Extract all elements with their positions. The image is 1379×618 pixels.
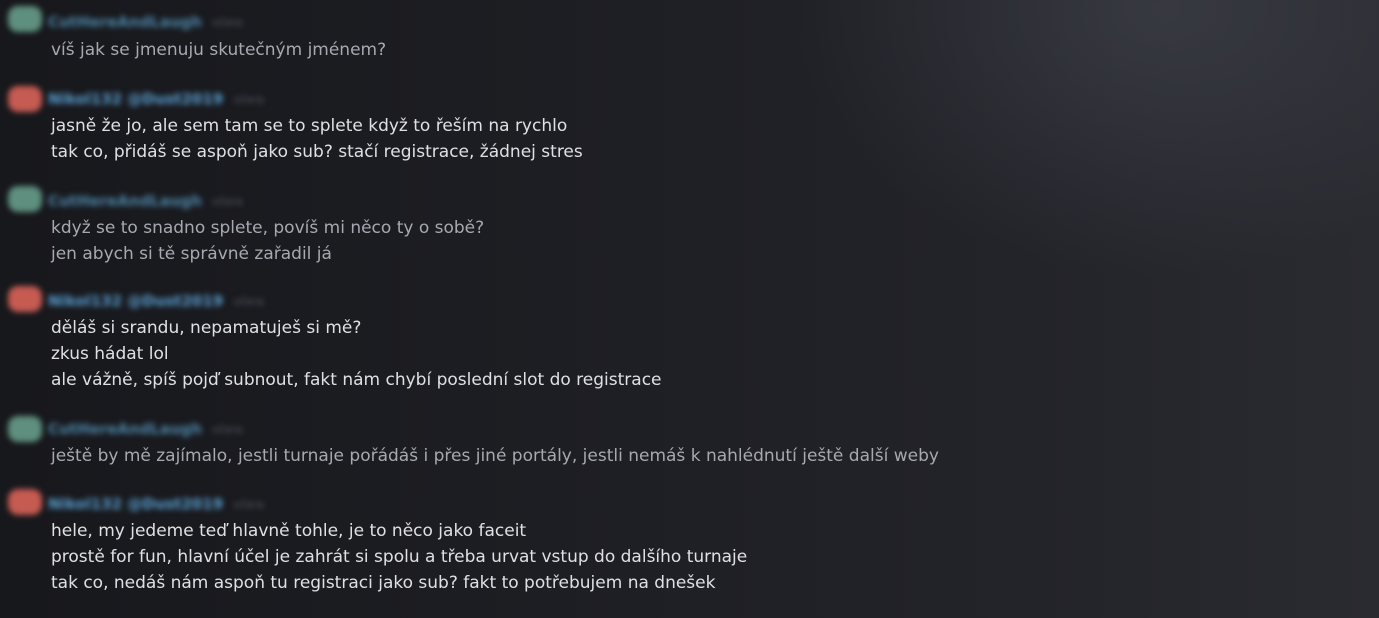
- message-header: Nikol132 @Dust2019 včera: [48, 492, 264, 516]
- user-avatar[interactable]: [8, 489, 42, 515]
- message-5: CutHereAndLaugh včera ještě by mě zajíma…: [0, 408, 1379, 484]
- message-header: CutHereAndLaugh včera: [48, 10, 243, 34]
- message-line: víš jak se jmenuju skutečným jménem?: [51, 40, 387, 60]
- author-name[interactable]: CutHereAndLaugh: [48, 420, 202, 438]
- message-body: víš jak se jmenuju skutečným jménem?: [51, 37, 386, 63]
- timestamp: včera: [211, 422, 243, 436]
- message-line: zkus hádat lol: [51, 344, 169, 364]
- message-line: prostě for fun, hlavní účel je zahrát si…: [51, 547, 748, 567]
- author-name[interactable]: Nikol132 @Dust2019: [48, 90, 223, 108]
- message-body: ještě by mě zajímalo, jestli turnaje poř…: [51, 443, 939, 469]
- message-6: Nikol132 @Dust2019 včera hele, my jedeme…: [0, 484, 1379, 618]
- timestamp: včera: [233, 294, 264, 308]
- message-line: jen abych si tě správně zařadil já: [51, 244, 332, 264]
- author-name[interactable]: Nikol132 @Dust2019: [48, 495, 223, 513]
- message-line: ale vážně, spíš pojď subnout, fakt nám c…: [51, 370, 662, 390]
- message-4: Nikol132 @Dust2019 včera děláš si srandu…: [0, 282, 1379, 407]
- message-line: tak co, přidáš se aspoň jako sub? stačí …: [51, 142, 583, 162]
- message-line: tak co, nedáš nám aspoň tu registraci ja…: [51, 573, 716, 593]
- user-avatar[interactable]: [8, 286, 42, 312]
- message-3: CutHereAndLaugh včera když se to snadno …: [0, 180, 1379, 280]
- chat-log: CutHereAndLaugh včera víš jak se jmenuju…: [0, 0, 1379, 618]
- message-line: jasně že jo, ale sem tam se to splete kd…: [51, 116, 568, 136]
- author-name[interactable]: CutHereAndLaugh: [48, 13, 202, 31]
- message-header: Nikol132 @Dust2019 včera: [48, 289, 264, 313]
- message-body: když se to snadno splete, povíš mi něco …: [51, 215, 484, 267]
- message-line: děláš si srandu, nepamatuješ si mě?: [51, 318, 362, 338]
- user-avatar[interactable]: [8, 186, 42, 212]
- timestamp: včera: [211, 15, 243, 29]
- user-avatar[interactable]: [8, 86, 42, 112]
- message-line: když se to snadno splete, povíš mi něco …: [51, 218, 485, 238]
- user-avatar[interactable]: [8, 416, 42, 442]
- message-1: CutHereAndLaugh včera víš jak se jmenuju…: [0, 0, 1379, 80]
- message-header: CutHereAndLaugh včera: [48, 189, 243, 213]
- message-body: děláš si srandu, nepamatuješ si mě? zkus…: [51, 315, 662, 393]
- message-body: jasně že jo, ale sem tam se to splete kd…: [51, 113, 583, 165]
- timestamp: včera: [211, 194, 243, 208]
- message-2: Nikol132 @Dust2019 včera jasně že jo, al…: [0, 80, 1379, 180]
- message-body: hele, my jedeme teď hlavně tohle, je to …: [51, 518, 747, 596]
- timestamp: včera: [233, 92, 264, 106]
- message-header: CutHereAndLaugh včera: [48, 417, 243, 441]
- user-avatar[interactable]: [8, 6, 42, 32]
- message-line: ještě by mě zajímalo, jestli turnaje poř…: [51, 446, 939, 466]
- author-name[interactable]: CutHereAndLaugh: [48, 192, 202, 210]
- message-line: hele, my jedeme teď hlavně tohle, je to …: [51, 521, 527, 541]
- author-name[interactable]: Nikol132 @Dust2019: [48, 292, 223, 310]
- timestamp: včera: [233, 497, 264, 511]
- message-header: Nikol132 @Dust2019 včera: [48, 87, 264, 111]
